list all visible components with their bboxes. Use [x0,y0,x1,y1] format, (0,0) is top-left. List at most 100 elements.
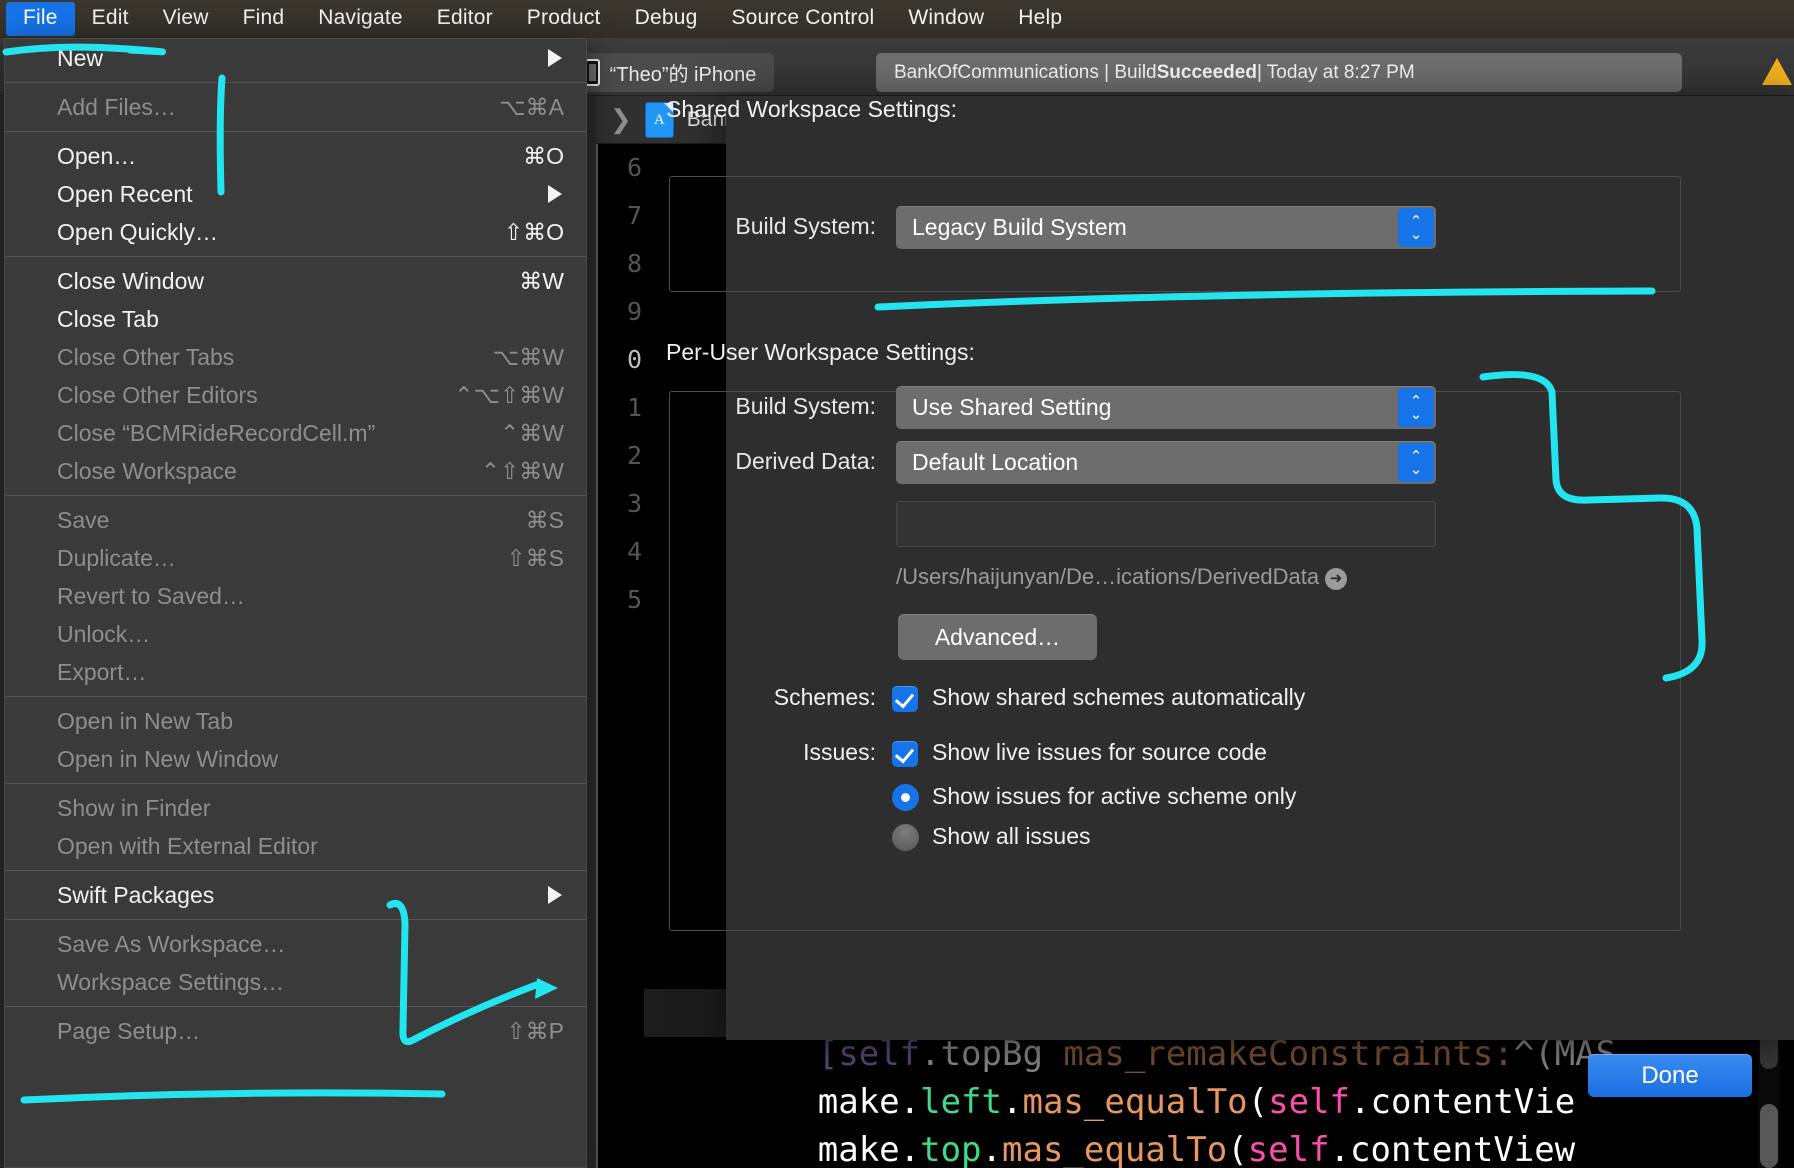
issues-active-scheme-label[interactable]: Show issues for active scheme only [932,783,1296,810]
issues-all-radio[interactable] [892,824,919,851]
derived-data-path-field[interactable] [896,501,1436,547]
menubar-item-help[interactable]: Help [1001,2,1079,36]
menu-item-swift-packages[interactable]: Swift Packages [5,876,586,914]
menu-item-label: Show in Finder [57,794,211,821]
menu-item-close-bcmriderecordcell-m[interactable]: Close “BCMRideRecordCell.m” ⌃⌘W [5,414,586,452]
code-token: self [1247,1130,1330,1168]
menu-separator [5,131,586,132]
menu-item-revert-to-saved[interactable]: Revert to Saved… [5,577,586,615]
menu-item-close-tab[interactable]: Close Tab [5,300,586,338]
menu-item-shortcut: ⌥⌘A [499,93,564,120]
menu-item-label: Close “BCMRideRecordCell.m” [57,419,376,446]
menubar-item-editor[interactable]: Editor [420,2,510,36]
issues-active-scheme-radio[interactable] [892,784,919,811]
stepper-arrows-icon[interactable]: ⌃ ⌄ [1398,443,1434,482]
menu-item-close-window[interactable]: Close Window ⌘W [5,262,586,300]
line-number: 9 [626,297,642,326]
editor-scrollbar-thumb-tertiary[interactable] [1760,1104,1778,1168]
line-number: 4 [626,537,642,566]
menu-item-add-files[interactable]: Add Files… ⌥⌘A [5,88,586,126]
menu-separator [5,919,586,920]
menubar-item-product[interactable]: Product [510,2,618,36]
build-status-chip[interactable]: BankOfCommunications | Build Succeeded |… [876,53,1682,92]
peruser-build-system-popup[interactable]: Use Shared Setting ⌃ ⌄ [896,386,1436,429]
stepper-arrows-icon[interactable]: ⌃ ⌄ [1398,208,1434,247]
menu-item-open[interactable]: Open… ⌘O [5,137,586,175]
line-number: 0 [626,345,642,374]
peruser-build-system-label: Build System: [735,393,876,419]
menubar-item-navigate[interactable]: Navigate [301,2,419,36]
menubar-item-window[interactable]: Window [891,2,1001,36]
code-line: make.top.mas_equalTo(self.contentView [654,1130,1575,1168]
menubar-item-file[interactable]: File [6,2,75,36]
menubar-item-source-control[interactable]: Source Control [714,2,891,36]
menu-item-duplicate[interactable]: Duplicate… ⇧⌘S [5,539,586,577]
derived-data-popup[interactable]: Default Location ⌃ ⌄ [896,441,1436,484]
advanced-button[interactable]: Advanced… [898,614,1097,660]
menubar-item-view[interactable]: View [146,2,226,36]
menu-item-open-with-external-editor[interactable]: Open with External Editor [5,827,586,865]
show-live-issues-checkbox[interactable] [892,741,918,767]
menu-item-shortcut: ⇧⌘S [506,544,564,571]
menu-item-shortcut: ⌃⇧⌘W [480,457,564,484]
build-status-result: Succeeded [1156,61,1257,83]
menu-item-label: Revert to Saved… [57,582,245,609]
menu-item-close-other-editors[interactable]: Close Other Editors ⌃⌥⇧⌘W [5,376,586,414]
derived-data-path-text: /Users/haijunyan/De…ications/DerivedData [896,564,1320,589]
menu-item-label: Export… [57,658,147,685]
line-number: 6 [626,153,642,182]
menu-item-workspace-settings[interactable]: Workspace Settings… [5,963,586,1001]
menu-item-label: Swift Packages [57,881,215,908]
done-button[interactable]: Done [1588,1054,1752,1097]
submenu-arrow-icon [548,886,562,904]
menu-item-shortcut: ⌘O [523,142,564,169]
menubar-item-edit[interactable]: Edit [75,2,146,36]
menu-item-label: New [57,44,104,71]
code-token: make. [654,1130,921,1168]
warning-triangle-icon[interactable] [1762,58,1792,85]
menu-item-label: Open Quickly… [57,218,219,245]
menu-item-label: Close Tab [57,305,159,332]
menu-item-export[interactable]: Export… [5,653,586,691]
menu-item-open-in-new-window[interactable]: Open in New Window [5,740,586,778]
chevron-right-icon: ❯ [610,104,632,134]
menu-item-shortcut: ⌘W [519,267,564,294]
menu-item-show-in-finder[interactable]: Show in Finder [5,789,586,827]
mac-menubar[interactable]: File Edit View Find Navigate Editor Product Deb… [0,0,1794,38]
shared-build-system-popup[interactable]: Legacy Build System ⌃ ⌄ [896,206,1436,249]
menu-separator [5,1006,586,1007]
code-token: mas_remakeConstraints: [1063,1034,1514,1074]
show-live-issues-label[interactable]: Show live issues for source code [932,739,1267,766]
menu-item-open-recent[interactable]: Open Recent [5,175,586,213]
menu-item-unlock[interactable]: Unlock… [5,615,586,653]
menu-item-open-quickly[interactable]: Open Quickly… ⇧⌘O [5,213,586,251]
menu-item-save-as-workspace[interactable]: Save As Workspace… [5,925,586,963]
issues-all-label[interactable]: Show all issues [932,823,1091,850]
menu-separator [5,783,586,784]
file-menu-dropdown[interactable]: New Add Files… ⌥⌘A Open… ⌘O Open Recent Open Q… [4,38,587,1168]
workspace-settings-sheet: Shared Workspace Settings: Build System:… [666,96,1794,1097]
code-token: .contentVie [1350,1082,1576,1122]
menubar-item-find[interactable]: Find [226,2,302,36]
code-token: left [920,1082,1002,1122]
menu-item-new[interactable]: New [5,39,586,77]
menu-separator [5,256,586,257]
show-shared-schemes-checkbox[interactable] [892,686,918,712]
menu-item-close-workspace[interactable]: Close Workspace ⌃⇧⌘W [5,452,586,490]
build-status-timestamp: | Today at 8:27 PM [1256,61,1415,83]
show-shared-schemes-label[interactable]: Show shared schemes automatically [932,684,1305,711]
menubar-item-debug[interactable]: Debug [618,2,715,36]
menu-separator [5,495,586,496]
reveal-in-finder-icon[interactable]: ➜ [1325,568,1348,590]
code-token: self [1268,1082,1351,1122]
menu-item-page-setup[interactable]: Page Setup… ⇧⌘P [5,1012,586,1050]
menu-item-shortcut: ⇧⌘P [506,1017,564,1044]
menu-item-label: Workspace Settings… [57,968,285,995]
line-number: 2 [626,441,642,470]
line-number: 7 [626,201,642,230]
menu-item-save[interactable]: Save ⌘S [5,501,586,539]
menu-item-close-other-tabs[interactable]: Close Other Tabs ⌥⌘W [5,338,586,376]
stepper-arrows-icon[interactable]: ⌃ ⌄ [1398,388,1434,427]
menu-item-label: Open in New Tab [57,707,234,734]
menu-item-open-in-new-tab[interactable]: Open in New Tab [5,702,586,740]
